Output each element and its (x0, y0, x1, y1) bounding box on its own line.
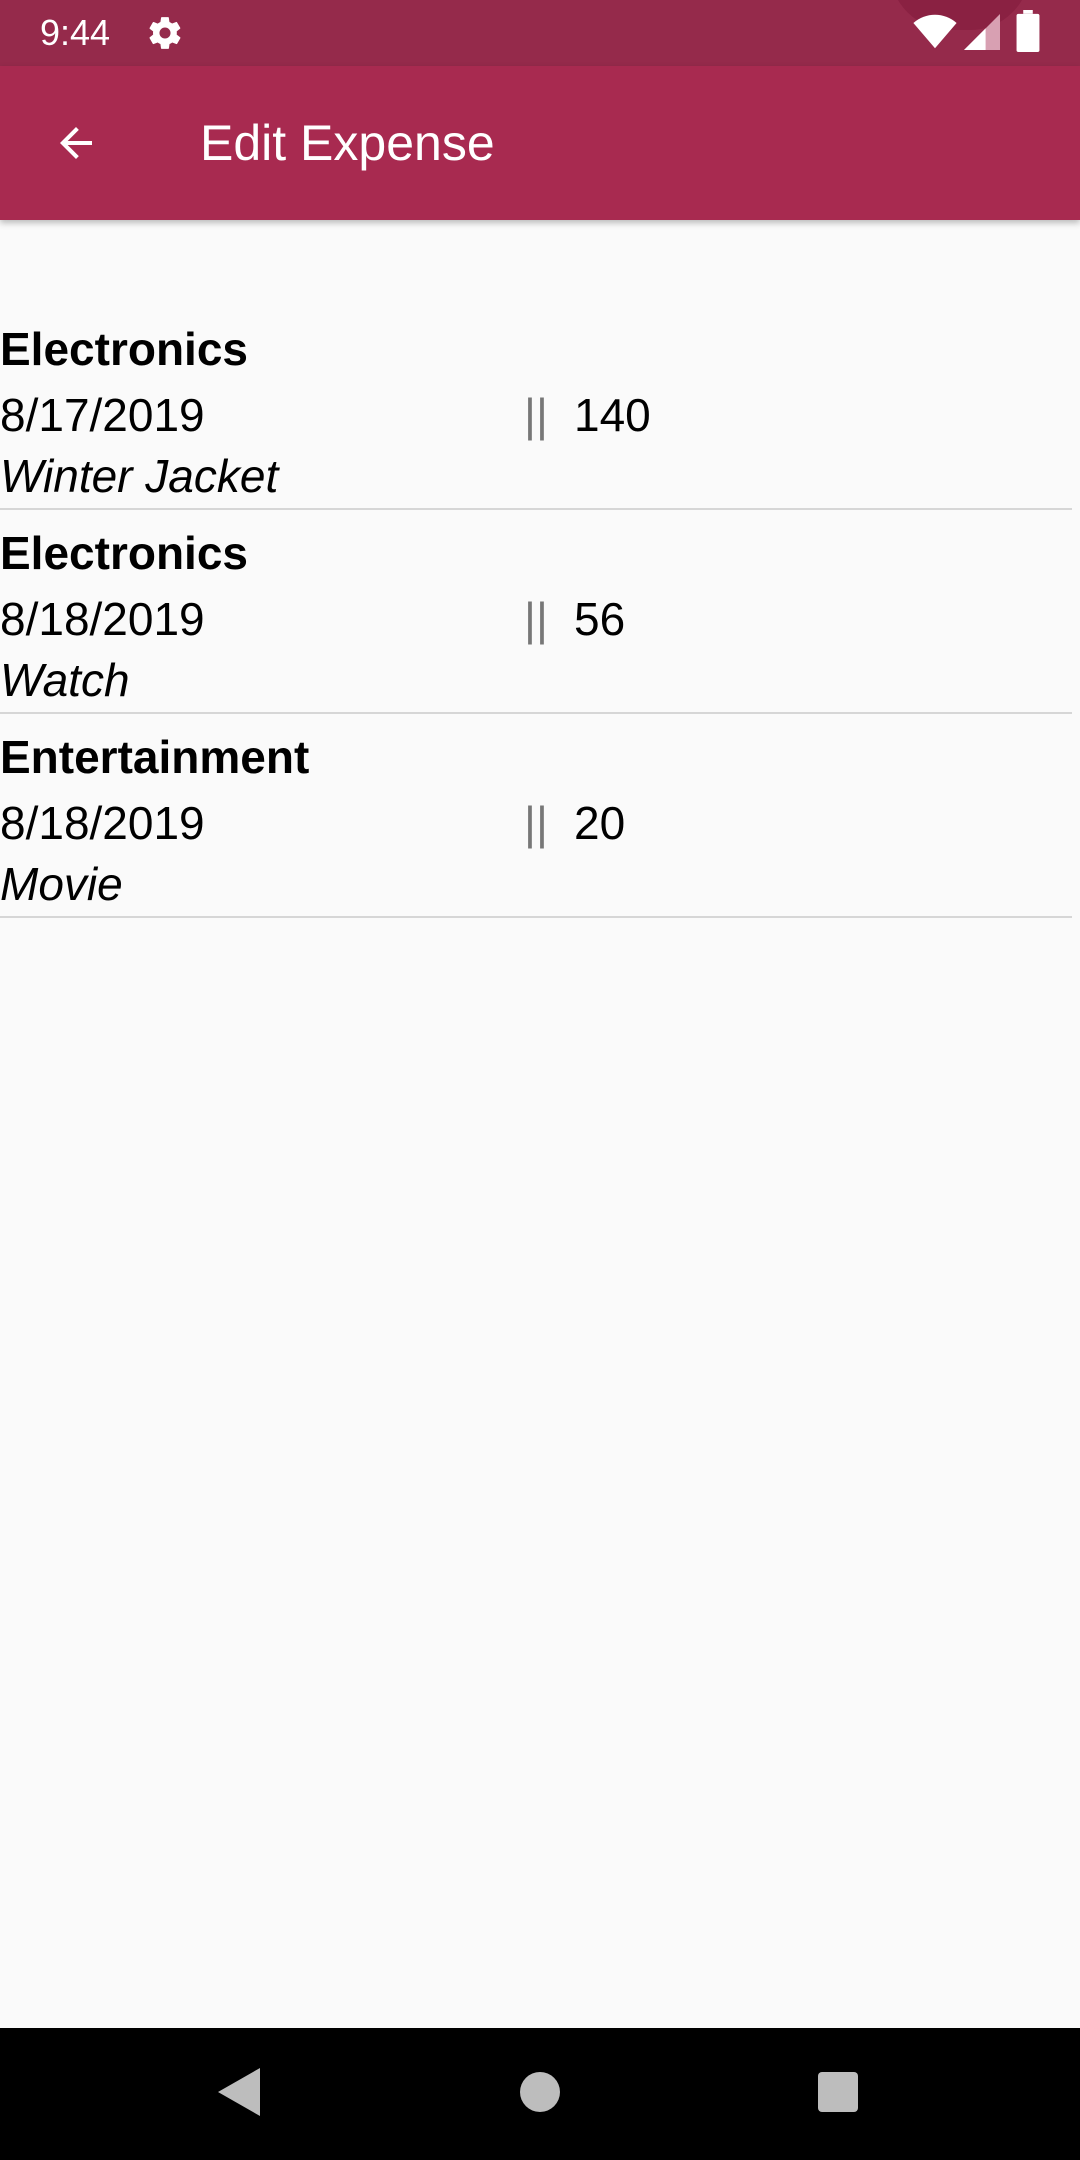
expense-date: 8/17/2019 (0, 389, 205, 441)
battery-icon (1016, 10, 1040, 52)
expense-separator: || (524, 797, 548, 849)
expense-amount: 56 (574, 593, 626, 645)
expense-note: Watch (0, 654, 130, 706)
expense-date: 8/18/2019 (0, 593, 205, 645)
gear-icon (149, 17, 181, 49)
expense-amount: 20 (574, 797, 626, 849)
expense-row[interactable]: Entertainment 8/18/2019 || 20 Movie (0, 714, 1072, 918)
signal-icon (964, 14, 1000, 50)
expense-list: Electronics 8/17/2019 || 140 Winter Jack… (0, 306, 1072, 918)
arrow-back-icon (60, 127, 92, 159)
system-nav-bar (0, 2028, 1080, 2160)
expense-row[interactable]: Electronics 8/17/2019 || 140 Winter Jack… (0, 306, 1072, 510)
nav-back-icon[interactable] (218, 2068, 260, 2116)
expense-note: Winter Jacket (0, 450, 279, 502)
expense-separator: || (524, 389, 548, 441)
nav-home-icon[interactable] (520, 2072, 560, 2112)
expense-date: 8/18/2019 (0, 797, 205, 849)
status-time: 9:44 (40, 12, 111, 53)
expense-amount: 140 (574, 389, 651, 441)
back-button[interactable] (36, 110, 116, 176)
expense-category: Entertainment (0, 731, 310, 783)
expense-separator: || (524, 593, 548, 645)
status-bar: 9:44 (0, 0, 1080, 66)
expense-row[interactable]: Electronics 8/18/2019 || 56 Watch (0, 510, 1072, 714)
page-title: Edit Expense (200, 115, 495, 171)
app-bar: Edit Expense (0, 66, 1080, 220)
wifi-icon (913, 14, 957, 49)
expense-category: Electronics (0, 323, 248, 375)
expense-note: Movie (0, 858, 123, 910)
nav-recents-icon[interactable] (818, 2072, 858, 2112)
expense-category: Electronics (0, 527, 248, 579)
camera-notch (890, 0, 1030, 30)
